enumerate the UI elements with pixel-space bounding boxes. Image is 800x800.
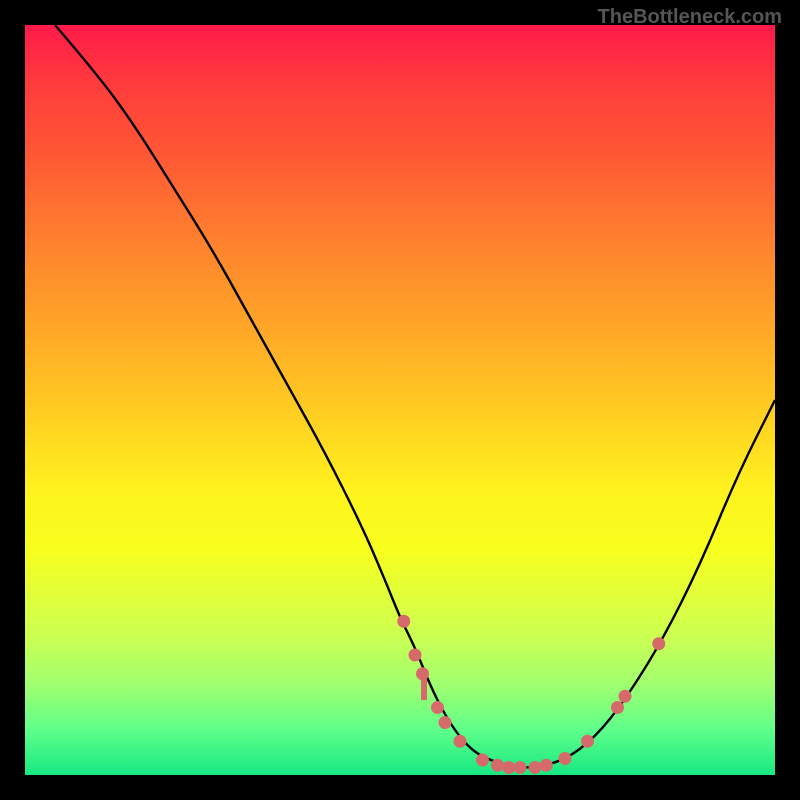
marker-dot — [502, 761, 515, 774]
marker-bar — [421, 678, 427, 701]
marker-dot — [476, 754, 489, 767]
marker-dot — [619, 690, 632, 703]
marker-dot — [409, 649, 422, 662]
marker-dot — [559, 752, 572, 765]
marker-dot — [491, 759, 504, 772]
marker-dot — [431, 701, 444, 714]
marker-dot — [397, 615, 410, 628]
marker-dots — [397, 615, 665, 774]
marker-dot — [581, 735, 594, 748]
marker-dot — [529, 761, 542, 774]
marker-dot — [652, 637, 665, 650]
marker-dot — [439, 716, 452, 729]
marker-dot — [540, 759, 553, 772]
marker-dot — [611, 701, 624, 714]
chart-plot-area — [25, 25, 775, 775]
marker-bars — [421, 678, 427, 701]
chart-svg — [25, 25, 775, 775]
marker-dot — [416, 667, 429, 680]
marker-dot — [454, 735, 467, 748]
watermark-text: TheBottleneck.com — [598, 6, 782, 29]
marker-dot — [514, 761, 527, 774]
